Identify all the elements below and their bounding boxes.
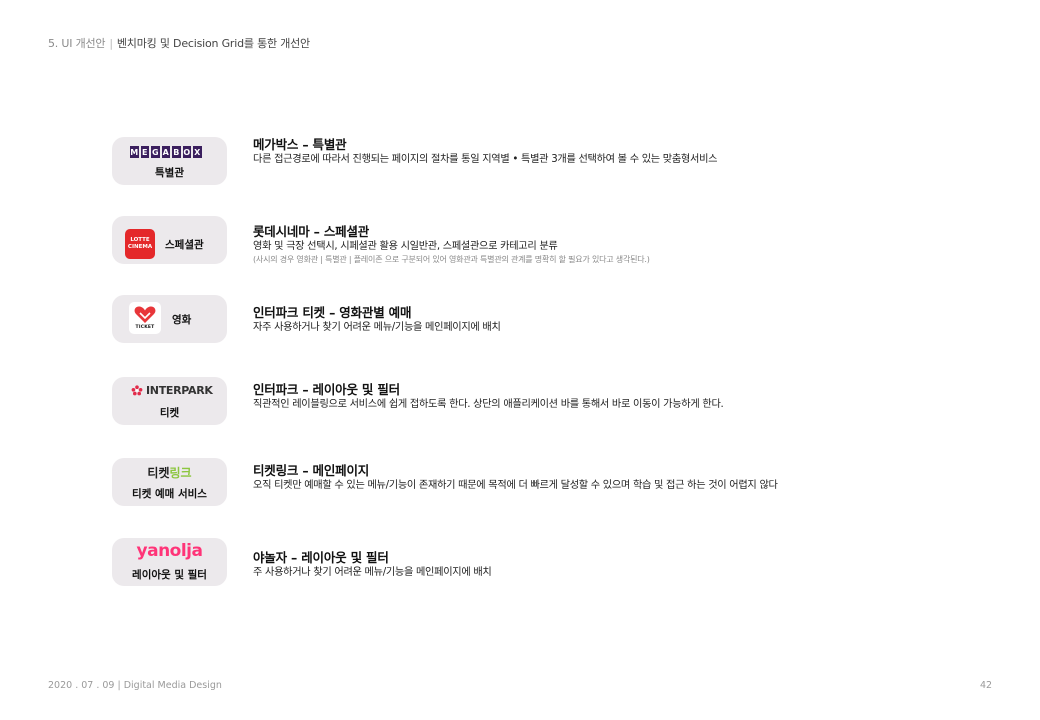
item-description: 영화 및 극장 선택시, 시페셜관 활용 시일반관, 스페셜관으로 카테고리 분…: [253, 241, 558, 252]
ticketlink-badge: 티켓링크 티켓 예매 서비스: [112, 458, 227, 506]
interpark-badge: INTERPARK 티켓: [112, 377, 227, 425]
megabox-logo: M E G A B O X: [130, 146, 202, 158]
benchmark-list: M E G A B O X 특별관 메가박스 – 특별관 다른 접근경로에 따라…: [0, 0, 1040, 720]
interpark-badge-label: 티켓: [159, 407, 180, 419]
yanolja-badge-label: 레이아웃 및 필터: [132, 569, 207, 581]
lotte-logo-line1: LOTTE: [130, 237, 150, 243]
interpark-text: 인터파크 – 레이아웃 및 필터 직관적인 레이블링으로 서비스에 쉽게 접하도…: [253, 382, 1013, 412]
list-item-interpark: INTERPARK 티켓 인터파크 – 레이아웃 및 필터 직관적인 레이블링으…: [112, 377, 972, 425]
ticketlink-logo: 티켓링크: [112, 464, 227, 481]
item-title: 인터파크 티켓 – 영화관별 예매: [253, 305, 412, 320]
footer-date-course: 2020 . 07 . 09 | Digital Media Design: [48, 680, 222, 691]
megabox-logo-letter: O: [182, 146, 191, 158]
item-description: 자주 사용하거나 찾기 어려운 메뉴/기능을 메인페이지에 배치: [253, 322, 501, 333]
interpark-ticket-text: 인터파크 티켓 – 영화관별 예매 자주 사용하거나 찾기 어려운 메뉴/기능을…: [253, 305, 1013, 335]
item-description: 오직 티켓만 예매할 수 있는 메뉴/기능이 존재하기 때문에 목적에 더 빠르…: [253, 480, 778, 491]
list-item-ticketlink: 티켓링크 티켓 예매 서비스 티켓링크 – 메인페이지 오직 티켓만 예매할 수…: [112, 458, 972, 506]
interpark-ticket-badge: TICKET 영화: [112, 295, 227, 343]
lotte-cinema-badge: LOTTE CINEMA 스페셜관: [112, 216, 227, 264]
lotte-cinema-text: 롯데시네마 – 스페셜관 영화 및 극장 선택시, 시페셜관 활용 시일반관, …: [253, 224, 1013, 266]
interpark-logo: INTERPARK: [131, 384, 213, 397]
item-title: 야놀자 – 레이아웃 및 필터: [253, 550, 389, 565]
interpark-ticket-badge-label: 영화: [172, 314, 192, 326]
ticket-heart-icon: TICKET: [129, 302, 161, 334]
megabox-badge-label: 특별관: [155, 167, 184, 179]
lotte-cinema-logo-icon: LOTTE CINEMA: [125, 229, 155, 259]
item-title: 티켓링크 – 메인페이지: [253, 463, 370, 478]
lotte-logo-line2: CINEMA: [127, 244, 153, 250]
megabox-logo-letter: M: [130, 146, 139, 158]
lotte-cinema-badge-label: 스페셜관: [165, 239, 204, 251]
interpark-logo-text: INTERPARK: [146, 384, 213, 397]
yanolja-badge: yanolja 레이아웃 및 필터: [112, 538, 227, 586]
ticketlink-logo-part2: 링크: [169, 466, 192, 480]
item-description: 다른 접근경로에 따라서 진행되는 페이지의 절차를 통일 지역별 • 특별관 …: [253, 154, 718, 165]
item-title: 메가박스 – 특별관: [253, 137, 347, 152]
item-description: 주 사용하거나 찾기 어려운 메뉴/기능을 메인페이지에 배치: [253, 567, 492, 578]
megabox-badge: M E G A B O X 특별관: [112, 137, 227, 185]
ticketlink-text: 티켓링크 – 메인페이지 오직 티켓만 예매할 수 있는 메뉴/기능이 존재하기…: [253, 463, 1013, 493]
yanolja-text: 야놀자 – 레이아웃 및 필터 주 사용하거나 찾기 어려운 메뉴/기능을 메인…: [253, 550, 1013, 580]
megabox-logo-letter: G: [151, 146, 160, 158]
megabox-logo-letter: E: [140, 146, 149, 158]
list-item-yanolja: yanolja 레이아웃 및 필터 야놀자 – 레이아웃 및 필터 주 사용하거…: [112, 538, 972, 586]
item-note: (사시의 경우 영화관 | 특별관 | 플레이존 으로 구분되어 있어 영화관과…: [253, 255, 650, 264]
interpark-flower-icon: [131, 384, 143, 395]
megabox-logo-letter: A: [161, 146, 170, 158]
megabox-text: 메가박스 – 특별관 다른 접근경로에 따라서 진행되는 페이지의 절차를 통일…: [253, 137, 1013, 167]
yanolja-logo: yanolja: [136, 541, 203, 561]
item-title: 인터파크 – 레이아웃 및 필터: [253, 382, 400, 397]
item-description: 직관적인 레이블링으로 서비스에 쉽게 접하도록 한다. 상단의 애플리케이션 …: [253, 399, 724, 410]
ticketlink-logo-part1: 티켓: [147, 466, 170, 480]
list-item-lotte-cinema: LOTTE CINEMA 스페셜관 롯데시네마 – 스페셜관 영화 및 극장 선…: [112, 216, 972, 264]
ticketlink-badge-label: 티켓 예매 서비스: [132, 488, 207, 500]
megabox-logo-letter: X: [193, 146, 202, 158]
list-item-megabox: M E G A B O X 특별관 메가박스 – 특별관 다른 접근경로에 따라…: [112, 137, 972, 185]
list-item-interpark-ticket-movie: TICKET 영화 인터파크 티켓 – 영화관별 예매 자주 사용하거나 찾기 …: [112, 295, 972, 343]
heart-icon: [134, 306, 156, 323]
megabox-logo-letter: B: [172, 146, 181, 158]
ticket-logo-text: TICKET: [135, 325, 155, 330]
page-number: 42: [980, 680, 993, 691]
item-title: 롯데시네마 – 스페셜관: [253, 224, 370, 239]
